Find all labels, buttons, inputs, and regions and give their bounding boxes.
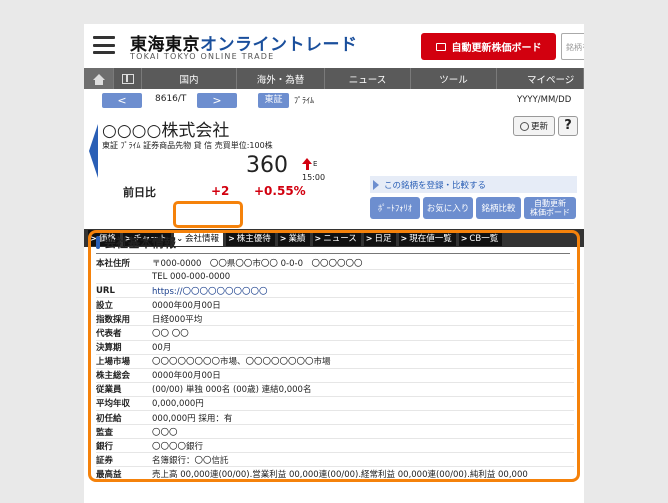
up-arrow-icon [301, 158, 313, 171]
book-icon[interactable] [114, 68, 142, 89]
current-price: 360 [246, 153, 288, 178]
stock-code: 8616/T [155, 94, 187, 104]
nav-item-mypage[interactable]: マイページ [497, 68, 584, 89]
company-name: ○○○○株式会社 [102, 121, 230, 141]
board-icon [435, 42, 446, 51]
compare-button[interactable]: 銘柄比較 [476, 197, 521, 219]
stock-board-button[interactable]: 自動更新株価ボード [421, 33, 556, 60]
auto-board-button[interactable]: 自動更新 株価ボード [524, 197, 576, 219]
hamburger-menu-icon[interactable] [93, 36, 115, 54]
quote-date: YYYY/MM/DD [517, 95, 572, 105]
highlight-panel-outline [88, 230, 580, 482]
next-stock-button[interactable]: > [197, 93, 237, 108]
help-button[interactable]: ? [558, 116, 578, 136]
price-time: 15:00 [302, 173, 326, 182]
change-label: 前日比 [123, 186, 156, 199]
stock-nav-bar: < 8616/T > 東証 ﾌﾟﾗｲﾑ YYYY/MM/DD [84, 89, 584, 111]
stock-board-label: 自動更新株価ボード [451, 43, 542, 54]
nav-item-news[interactable]: ニュース [325, 68, 411, 89]
register-compare-bar[interactable]: この銘柄を登録・比較する [370, 176, 577, 193]
refresh-button[interactable]: 更新 [513, 116, 555, 136]
stock-meta: 東証 ﾌﾟﾗｲﾑ 証券商品先物 貸 信 売買単位:100株 [102, 141, 273, 150]
price-flag: E [313, 160, 318, 168]
change-percent: +0.55% [254, 184, 306, 198]
portfolio-button[interactable]: ﾎﾟｰﾄﾌｫﾘｵ [370, 197, 420, 219]
collapse-arrow-icon[interactable] [89, 124, 98, 178]
header: 東海東京オンライントレード TOKAI TOKYO ONLINE TRADE 自… [84, 24, 584, 68]
market-button[interactable]: 東証 [258, 93, 289, 108]
logo-subtitle: TOKAI TOKYO ONLINE TRADE [130, 52, 275, 61]
prev-stock-button[interactable]: < [102, 93, 142, 108]
refresh-icon [519, 121, 529, 131]
refresh-label: 更新 [530, 122, 548, 132]
triangle-right-icon [373, 179, 379, 190]
favorite-button[interactable]: お気に入り [423, 197, 473, 219]
nav-item-domestic[interactable]: 国内 [142, 68, 237, 89]
quote-panel: ○○○○株式会社 東証 ﾌﾟﾗｲﾑ 証券商品先物 貸 信 売買単位:100株 3… [84, 111, 584, 229]
register-label: この銘柄を登録・比較する [384, 180, 487, 191]
home-icon[interactable] [84, 68, 114, 89]
nav-item-tools[interactable]: ツール [411, 68, 497, 89]
change-value: +2 [211, 184, 230, 198]
search-input[interactable]: 銘柄を [561, 33, 584, 60]
nav-item-overseas[interactable]: 海外・為替 [237, 68, 325, 89]
main-nav: 国内 海外・為替 ニュース ツール マイページ [84, 68, 584, 89]
market-segment: ﾌﾟﾗｲﾑ [294, 96, 314, 105]
highlight-tab-outline [173, 201, 243, 228]
